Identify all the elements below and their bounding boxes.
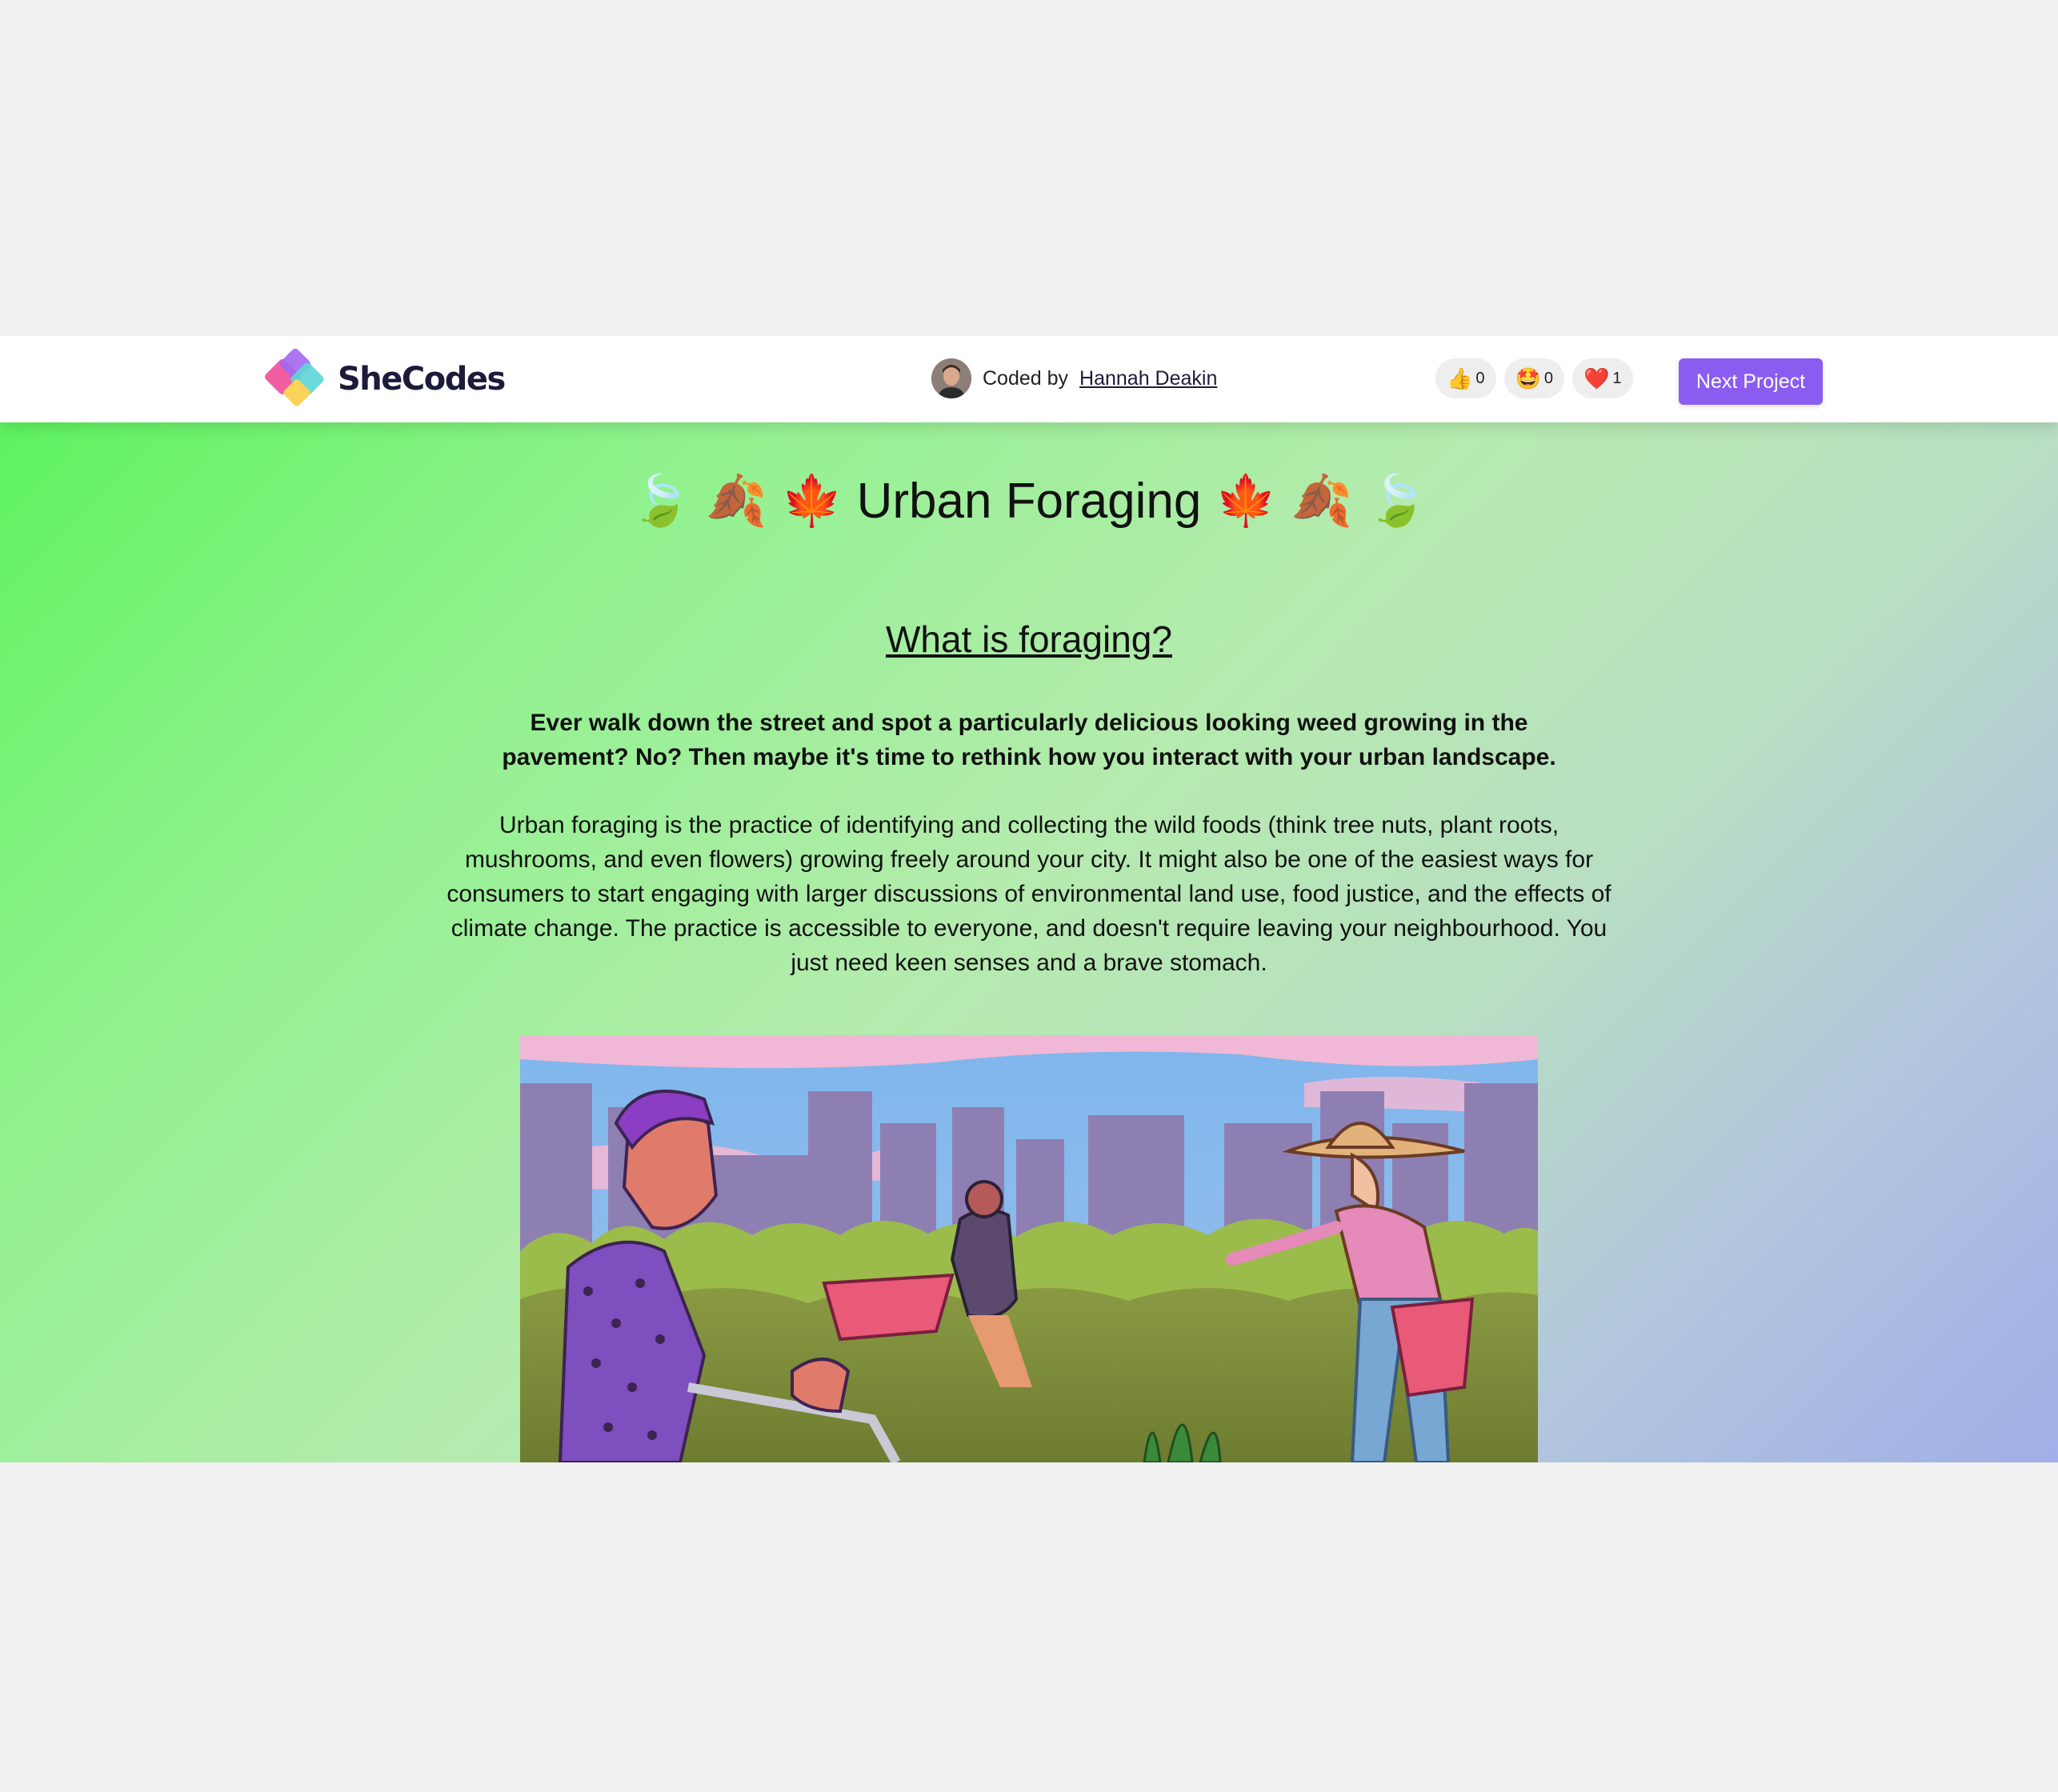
section-heading: What is foraging? <box>886 618 1172 660</box>
brand-name: SheCodes <box>338 361 506 398</box>
thumbs-up-icon: 👍 <box>1447 366 1473 390</box>
heart-icon: ❤️ <box>1584 366 1610 390</box>
reaction-count: 1 <box>1612 369 1622 387</box>
top-navbar: SheCodes Coded by Hannah Deakin 👍 0 🤩 0 … <box>0 336 2058 422</box>
reaction-heart-button[interactable]: ❤️ 1 <box>1572 358 1633 398</box>
coder-credit: Coded by Hannah Deakin <box>931 357 1217 400</box>
reaction-count: 0 <box>1475 369 1485 387</box>
reaction-thumbs-up-button[interactable]: 👍 0 <box>1435 358 1496 398</box>
shecodes-logo[interactable]: SheCodes <box>262 347 506 411</box>
foraging-illustration <box>520 1035 1538 1462</box>
star-struck-icon: 🤩 <box>1515 366 1541 390</box>
avatar[interactable] <box>931 358 971 398</box>
page-frame: SheCodes Coded by Hannah Deakin 👍 0 🤩 0 … <box>0 336 2058 1462</box>
page-title: 🍃 🍂 🍁 Urban Foraging 🍁 🍂 🍃 <box>630 474 1428 529</box>
reaction-star-struck-button[interactable]: 🤩 0 <box>1503 358 1564 398</box>
lead-paragraph: Ever walk down the street and spot a par… <box>502 710 1556 770</box>
avatar-portrait-icon <box>931 358 971 398</box>
coder-name-link[interactable]: Hannah Deakin <box>1079 367 1217 390</box>
coded-by-label: Coded by <box>983 366 1069 390</box>
urban-foraging-illustration-icon <box>520 1035 1538 1462</box>
body-paragraph: Urban foraging is the practice of identi… <box>446 812 1612 976</box>
reaction-count: 0 <box>1544 369 1553 387</box>
reactions-bar: 👍 0 🤩 0 ❤️ 1 <box>1435 358 1633 398</box>
shecodes-logo-icon <box>265 348 324 406</box>
next-project-button[interactable]: Next Project <box>1679 358 1823 405</box>
